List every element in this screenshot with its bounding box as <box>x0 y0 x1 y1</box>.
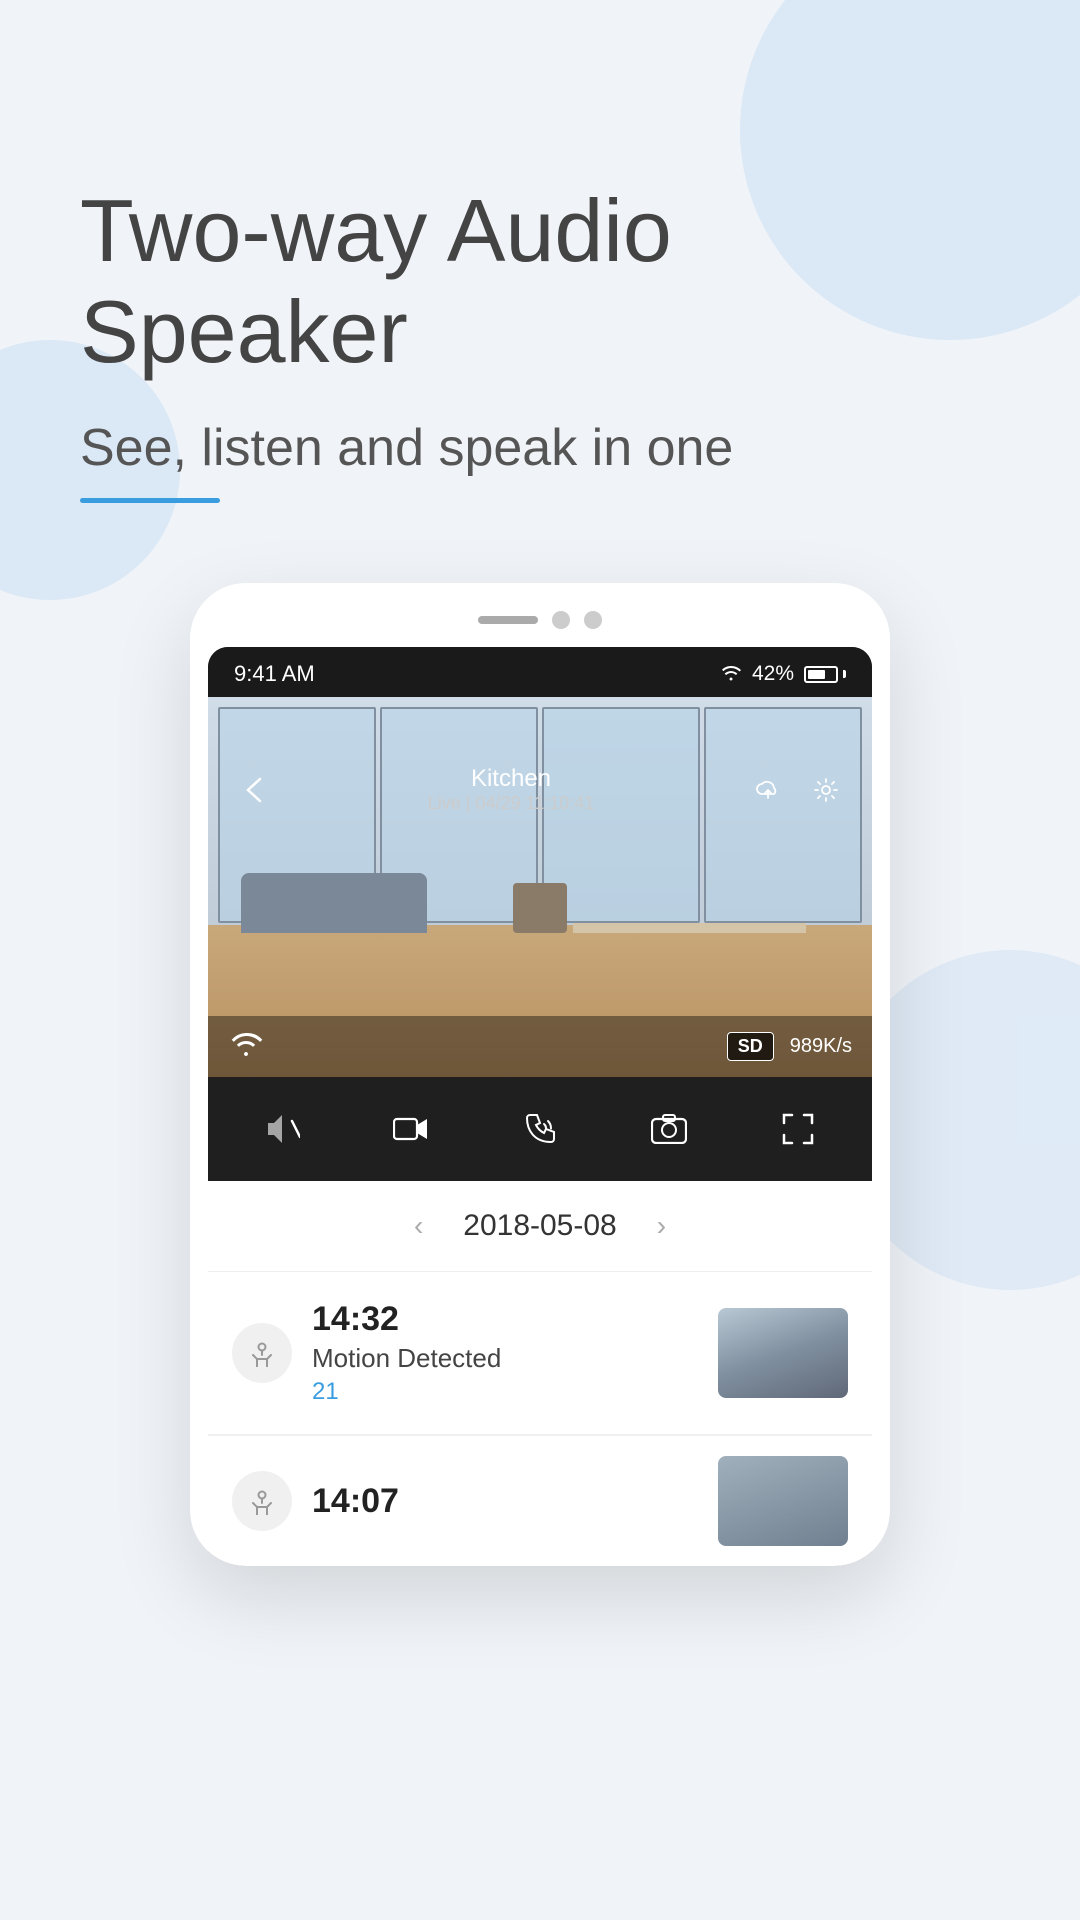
back-button[interactable] <box>232 768 276 812</box>
cloud-upload-button[interactable] <box>746 768 790 812</box>
event-item-1407[interactable]: 14:07 <box>208 1435 872 1566</box>
camera-action-icons <box>746 768 848 812</box>
prev-date-button[interactable]: ‹ <box>414 1210 423 1242</box>
current-date: 2018-05-08 <box>463 1209 616 1243</box>
event-thumbnail-1407 <box>718 1456 848 1546</box>
mute-button[interactable] <box>252 1099 312 1159</box>
snapshot-button[interactable] <box>639 1099 699 1159</box>
camera-name: Kitchen <box>276 765 746 793</box>
camera-header-overlay: Kitchen Live | 04/29 11:10:41 <box>208 753 872 826</box>
date-navigation: ‹ 2018-05-08 › <box>208 1181 872 1271</box>
wifi-icon <box>720 661 742 687</box>
page-subtitle: See, listen and speak in one <box>80 418 1000 478</box>
motion-event-icon <box>232 1323 292 1383</box>
status-right: 42% <box>720 661 846 687</box>
wifi-signal-icon <box>228 1030 264 1063</box>
camera-controls-bar <box>208 1077 872 1181</box>
settings-button[interactable] <box>804 768 848 812</box>
event-count-1432: 21 <box>312 1378 698 1406</box>
fullscreen-button[interactable] <box>768 1099 828 1159</box>
audio-call-button[interactable] <box>510 1099 570 1159</box>
phone-mockup-wrapper: 9:41 AM 42% <box>80 583 1000 1566</box>
camera-overlay-bottom: SD 989K/s <box>208 1016 872 1077</box>
event-time-1407: 14:07 <box>312 1482 698 1521</box>
phone-screen: 9:41 AM 42% <box>208 647 872 1566</box>
video-info-row: SD 989K/s <box>727 1032 852 1061</box>
page-title: Two-way Audio Speaker <box>80 180 1000 382</box>
camera-video-frame: Kitchen Live | 04/29 11:10:41 <box>208 697 872 1077</box>
phone-card: 9:41 AM 42% <box>190 583 890 1566</box>
motion-event-icon-2 <box>232 1471 292 1531</box>
live-label: Live <box>428 793 461 813</box>
sd-badge: SD <box>727 1032 774 1061</box>
bitrate-display: 989K/s <box>790 1035 852 1058</box>
accent-underline <box>80 498 220 503</box>
pagination-dot-2 <box>552 611 570 629</box>
next-date-button[interactable]: › <box>657 1210 666 1242</box>
table-silhouette <box>573 923 805 933</box>
event-time-1432: 14:32 <box>312 1300 698 1339</box>
video-record-button[interactable] <box>381 1099 441 1159</box>
event-info-1432: 14:32 Motion Detected 21 <box>312 1300 698 1406</box>
event-list: 14:32 Motion Detected 21 <box>208 1271 872 1566</box>
pagination-dots <box>208 601 872 647</box>
event-thumbnail-1432 <box>718 1308 848 1398</box>
event-type-1432: Motion Detected <box>312 1343 698 1374</box>
event-item-1432[interactable]: 14:32 Motion Detected 21 <box>208 1272 872 1435</box>
pagination-dot-3 <box>584 611 602 629</box>
camera-title-center: Kitchen Live | 04/29 11:10:41 <box>276 765 746 814</box>
couch-silhouette <box>241 873 427 933</box>
battery-percent: 42% <box>752 662 794 686</box>
status-time: 9:41 AM <box>234 661 315 687</box>
camera-live-info: Live | 04/29 11:10:41 <box>276 793 746 814</box>
live-datetime: 04/29 11:10:41 <box>475 793 594 813</box>
event-info-1407: 14:07 <box>312 1482 698 1521</box>
status-bar: 9:41 AM 42% <box>208 647 872 697</box>
battery-icon <box>804 666 846 683</box>
pagination-dot-1 <box>478 616 538 624</box>
chair-silhouette <box>513 883 566 933</box>
